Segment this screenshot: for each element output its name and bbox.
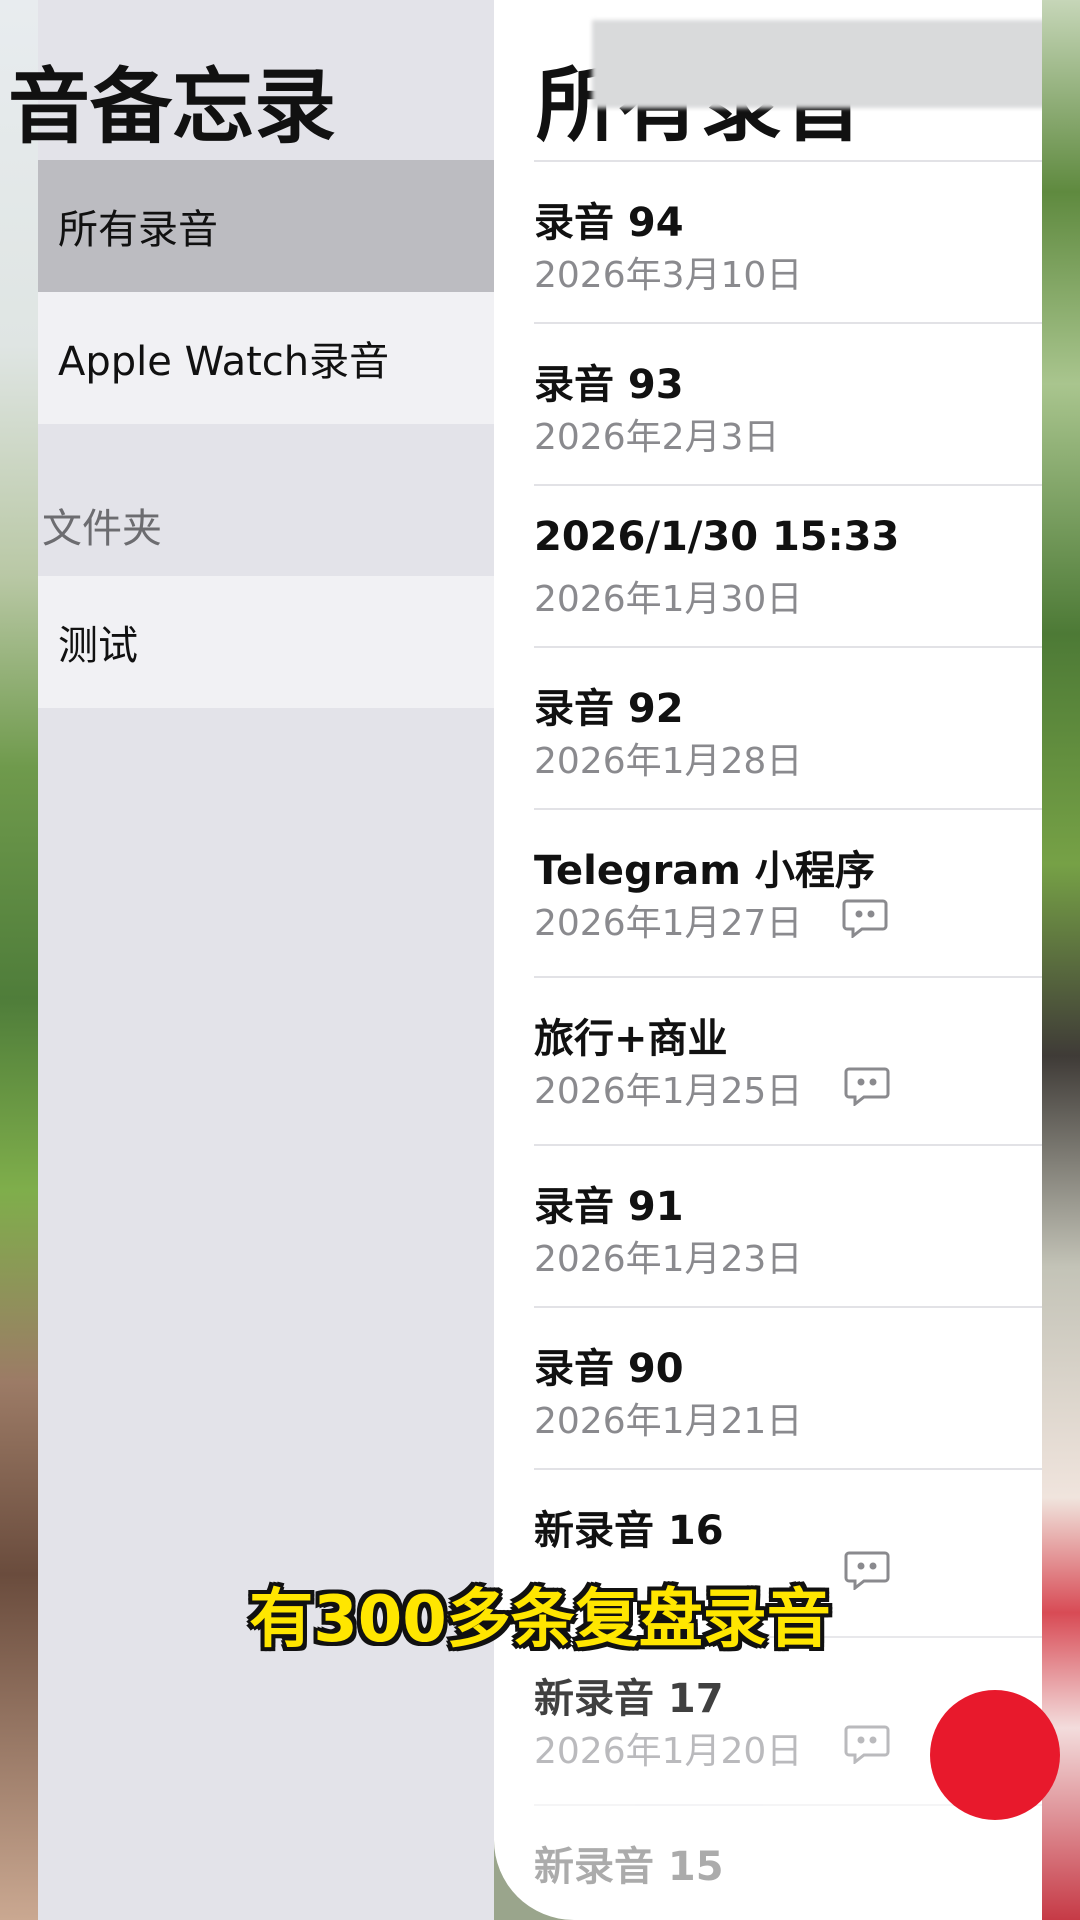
recording-title: 录音 90 bbox=[534, 1346, 684, 1392]
recording-date: 2026年1月27日 bbox=[534, 903, 803, 944]
sidebar-item-apple-watch[interactable]: Apple Watch录音 bbox=[38, 292, 494, 424]
app-screen: 音备忘录 所有录音 Apple Watch录音 文件夹 测试 所有录音 录音 9… bbox=[0, 0, 1080, 1920]
recording-title: Telegram 小程序 bbox=[534, 848, 875, 894]
list-item[interactable]: 录音 94 2026年3月10日 bbox=[534, 160, 1042, 322]
sidebar-item-label: 所有录音 bbox=[58, 207, 218, 253]
recording-date: 2026年3月10日 bbox=[534, 255, 803, 296]
list-item[interactable]: 录音 93 2026年2月3日 bbox=[534, 322, 1042, 484]
list-item[interactable]: 录音 90 2026年1月21日 bbox=[534, 1306, 1042, 1468]
list-item[interactable]: 2026/1/30 15:33 2026年1月30日 bbox=[534, 484, 1042, 646]
quote-bubble-icon[interactable] bbox=[844, 1066, 890, 1106]
recording-title: 新录音 15 bbox=[534, 1844, 724, 1890]
sidebar-item-label: Apple Watch录音 bbox=[58, 339, 390, 385]
list-item[interactable]: Telegram 小程序 2026年1月27日 bbox=[534, 808, 1042, 976]
recording-title: 录音 92 bbox=[534, 686, 684, 732]
list-item[interactable]: 录音 92 2026年1月28日 bbox=[534, 646, 1042, 808]
recording-title: 录音 93 bbox=[534, 362, 684, 408]
sidebar-item-label: 测试 bbox=[58, 623, 138, 669]
recording-date: 2026年1月28日 bbox=[534, 741, 803, 782]
sidebar-title: 音备忘录 bbox=[8, 60, 337, 155]
blurred-overlay bbox=[592, 20, 1042, 108]
recording-title: 旅行+商业 bbox=[534, 1016, 728, 1062]
folders-section-header: 文件夹 bbox=[42, 506, 162, 552]
recording-date: 2026年1月20日 bbox=[534, 1731, 803, 1772]
quote-bubble-icon[interactable] bbox=[842, 898, 888, 938]
list-item[interactable]: 旅行+商业 2026年1月25日 bbox=[534, 976, 1042, 1144]
quote-bubble-icon[interactable] bbox=[844, 1724, 890, 1764]
sidebar-item-all-recordings[interactable]: 所有录音 bbox=[38, 160, 494, 292]
recording-title: 新录音 17 bbox=[534, 1676, 724, 1722]
recording-date: 2026年1月21日 bbox=[534, 1401, 803, 1442]
recording-title: 2026/1/30 15:33 bbox=[534, 514, 900, 560]
record-button[interactable] bbox=[930, 1690, 1060, 1820]
list-item[interactable]: 录音 91 2026年1月23日 bbox=[534, 1144, 1042, 1306]
recording-title: 新录音 16 bbox=[534, 1508, 724, 1554]
sidebar-folder-test[interactable]: 测试 bbox=[38, 576, 494, 708]
recording-title: 录音 94 bbox=[534, 200, 684, 246]
recording-title: 录音 91 bbox=[534, 1184, 684, 1230]
recording-date: 2026年1月25日 bbox=[534, 1071, 803, 1112]
video-caption: 有300多条复盘录音 bbox=[249, 1583, 831, 1657]
recording-date: 2026年1月23日 bbox=[534, 1239, 803, 1280]
list-item[interactable]: 新录音 15 bbox=[534, 1804, 1042, 1920]
recording-date: 2026年1月30日 bbox=[534, 579, 803, 620]
recording-date: 2026年2月3日 bbox=[534, 417, 780, 458]
